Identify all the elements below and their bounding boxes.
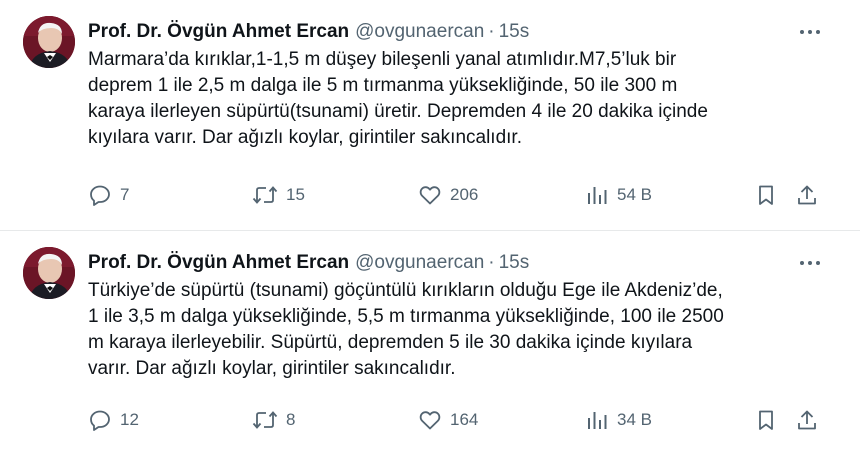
tweet-text-line: m karaya ilerleyebilir. Süpürtü, depremd… [88,332,693,353]
tweet-text-line: deprem 1 ile 2,5 m dalga ile 5 m tırmanm… [88,75,678,96]
like-count: 164 [450,410,479,429]
tweet-text-line: Marmara’da kırıklar,1-1,5 m düşey bileşe… [88,49,677,70]
tweet-timestamp[interactable]: 15s [499,21,530,42]
separator-dot: · [488,21,495,42]
views-button[interactable]: 34 B [585,405,652,435]
more-horizontal-icon [800,261,820,265]
like-button[interactable]: 164 [418,405,478,435]
repost-button[interactable]: 8 [252,405,295,435]
share-button[interactable] [795,180,819,210]
share-icon [798,185,816,205]
views-button[interactable]: 54 B [585,180,652,210]
author-name[interactable]: Prof. Dr. Övgün Ahmet Ercan [88,21,349,42]
tweet-text-line: karaya ilerleyen süpürtü(tsunami) üretir… [88,101,708,122]
bookmark-button[interactable] [754,180,778,210]
tweet[interactable]: Prof. Dr. Övgün Ahmet Ercan @ovgunaercan ·… [0,231,860,458]
more-options-button[interactable] [798,255,822,271]
reply-count: 12 [120,410,139,429]
author-handle[interactable]: @ovgunaercan [355,21,484,42]
views-count: 34 B [617,410,652,429]
avatar-image [23,16,75,68]
reply-icon [90,185,110,206]
repost-icon [252,411,278,429]
avatar[interactable] [23,16,75,68]
reply-icon [90,410,110,431]
repost-count: 8 [286,410,296,429]
reply-count: 7 [120,185,130,204]
share-button[interactable] [795,405,819,435]
tweet-text: Türkiye’de süpürtü (tsunami) göçüntülü k… [88,278,823,382]
repost-count: 15 [286,185,305,204]
avatar[interactable] [23,247,75,299]
bookmark-icon [759,185,773,205]
heart-icon [419,186,441,205]
share-icon [798,410,816,430]
tweet-text-line: kıyılara varır. Dar ağızlı koylar, girin… [88,127,522,148]
tweet-text: Marmara’da kırıklar,1-1,5 m düşey bileşe… [88,47,823,151]
repost-icon [252,186,278,204]
author-handle[interactable]: @ovgunaercan [355,252,484,273]
author-name[interactable]: Prof. Dr. Övgün Ahmet Ercan [88,252,349,273]
heart-icon [419,411,441,430]
bookmark-button[interactable] [754,405,778,435]
views-chart-icon [588,412,607,429]
tweet-text-line: Türkiye’de süpürtü (tsunami) göçüntülü k… [88,280,723,301]
avatar-image [23,247,75,299]
reply-button[interactable]: 7 [88,180,129,210]
tweet-header: Prof. Dr. Övgün Ahmet Ercan @ovgunaercan ·… [88,250,529,276]
tweet[interactable]: Prof. Dr. Övgün Ahmet Ercan @ovgunaercan ·… [0,0,860,230]
tweet-text-line: 1 ile 3,5 m dalga yüksekliğinde, 5,5 m t… [88,306,724,327]
tweet-header: Prof. Dr. Övgün Ahmet Ercan @ovgunaercan ·… [88,19,529,45]
like-button[interactable]: 206 [418,180,478,210]
timeline-feed: Prof. Dr. Övgün Ahmet Ercan @ovgunaercan ·… [0,0,860,458]
separator-dot: · [488,252,495,273]
like-count: 206 [450,185,479,204]
views-chart-icon [588,187,607,204]
views-count: 54 B [617,185,652,204]
repost-button[interactable]: 15 [252,180,305,210]
tweet-actions: 12 8 164 34 B [88,405,828,435]
tweet-text-line: varır. Dar ağızlı koylar, girintiler sak… [88,358,456,379]
reply-button[interactable]: 12 [88,405,139,435]
tweet-actions: 7 15 206 54 B [88,180,828,210]
more-options-button[interactable] [798,24,822,40]
bookmark-icon [759,410,773,430]
more-horizontal-icon [800,30,820,34]
tweet-timestamp[interactable]: 15s [499,252,530,273]
